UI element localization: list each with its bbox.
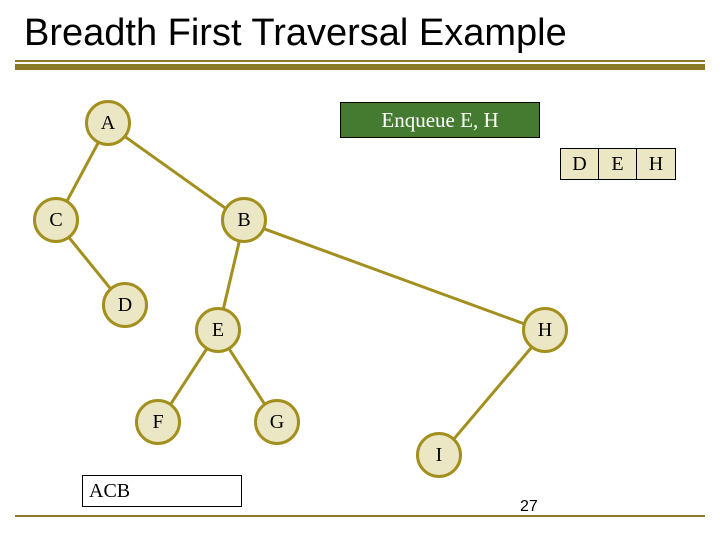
node-i: I — [416, 432, 462, 478]
node-d: D — [102, 282, 148, 328]
title-underline-thin — [15, 60, 705, 62]
node-a: A — [85, 100, 131, 146]
queue-cell: H — [637, 149, 675, 179]
node-f: F — [135, 399, 181, 445]
page-number: 27 — [520, 498, 538, 516]
edge — [243, 220, 545, 333]
visited-box: ACB — [82, 475, 242, 507]
node-e: E — [195, 307, 241, 353]
node-g: G — [254, 399, 300, 445]
queue-cell: D — [561, 149, 599, 179]
queue-cell: E — [599, 149, 637, 179]
status-box: Enqueue E, H — [340, 102, 540, 138]
node-b: B — [221, 197, 267, 243]
queue: D E H — [560, 148, 676, 180]
footer-line — [15, 515, 705, 517]
title-underline-thick — [15, 64, 705, 70]
node-h: H — [522, 307, 568, 353]
page-title: Breadth First Traversal Example — [24, 12, 567, 55]
node-c: C — [33, 197, 79, 243]
